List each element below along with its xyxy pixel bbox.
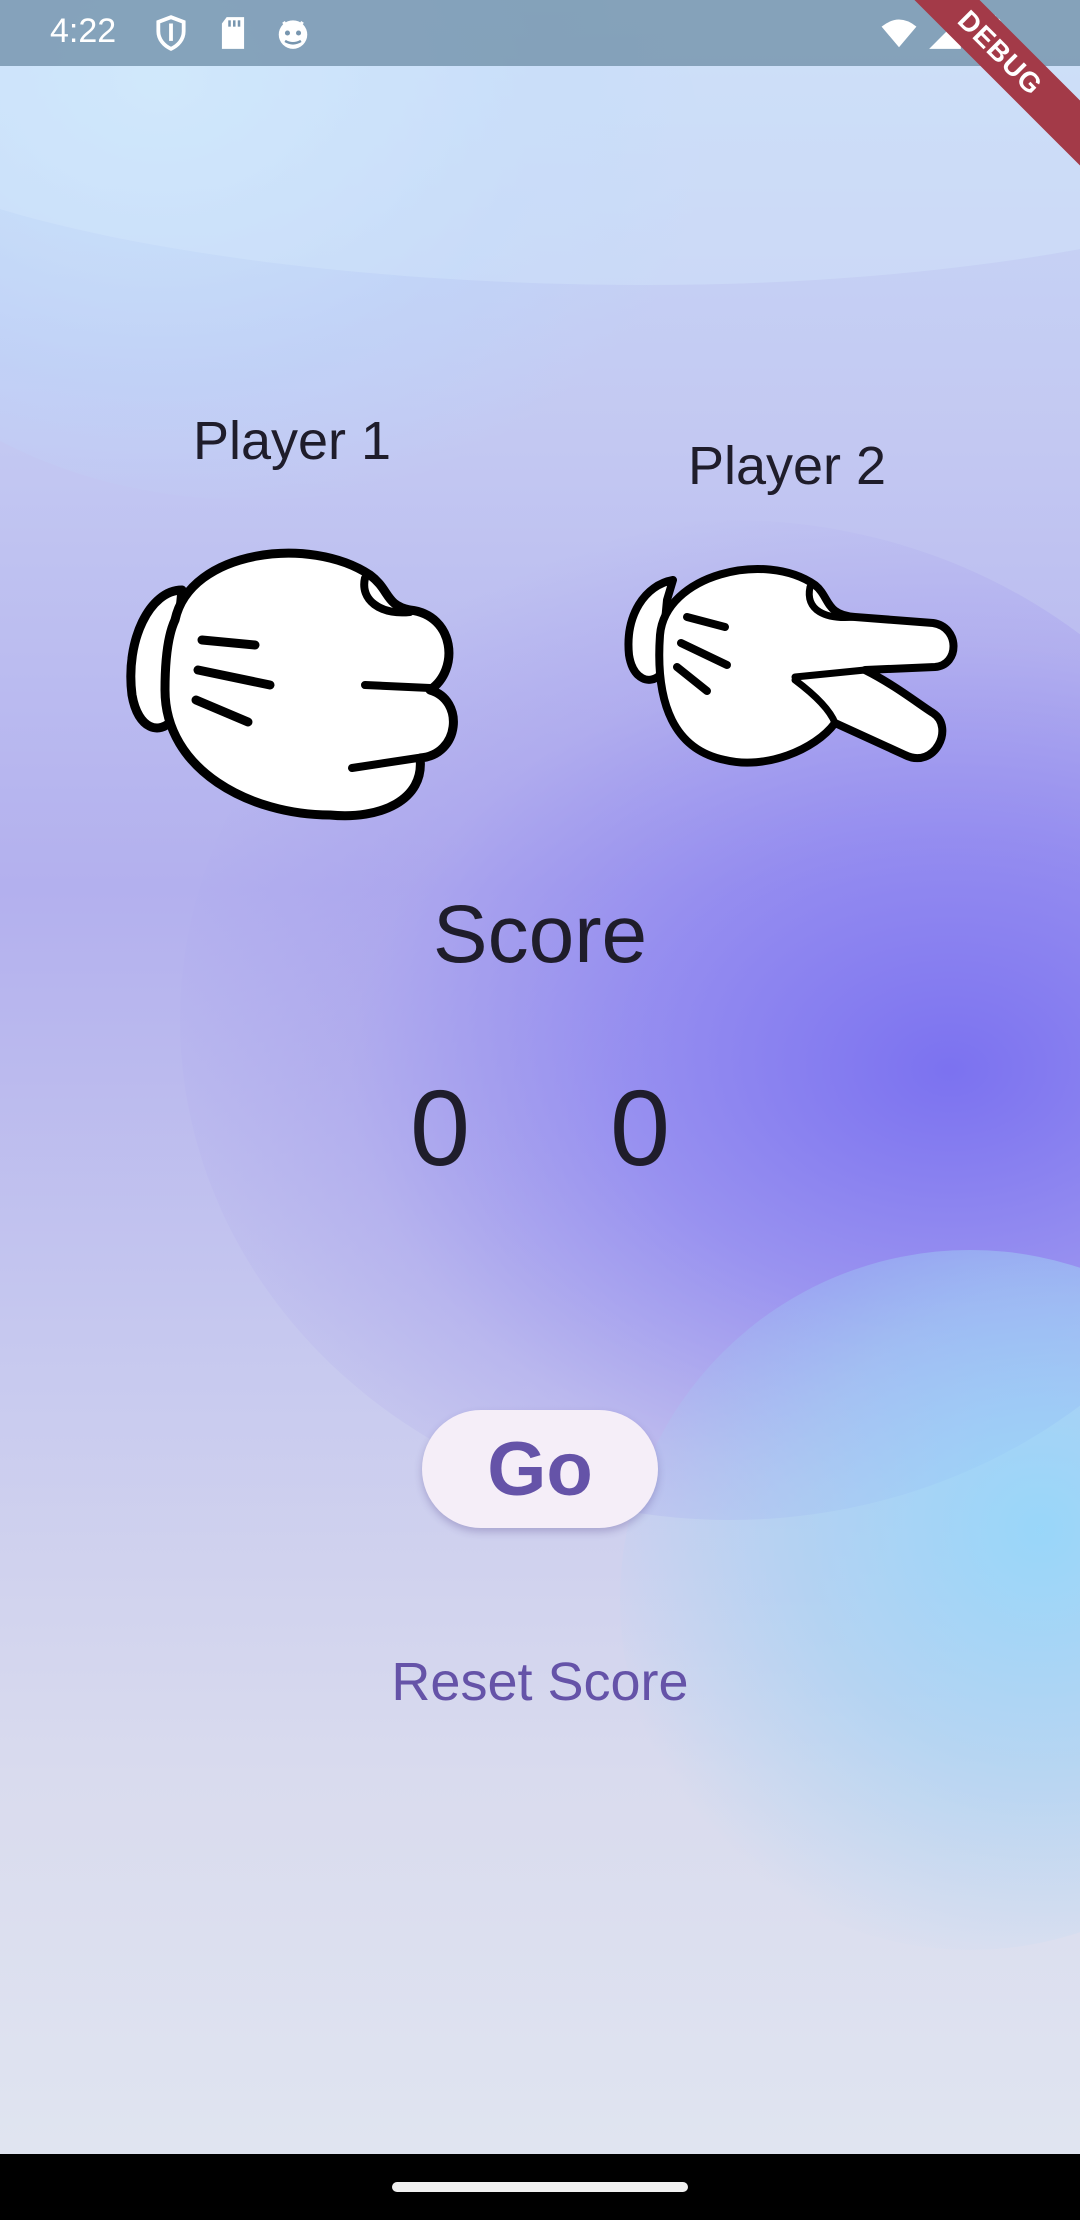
player1-score: 0 — [409, 1067, 471, 1188]
app-screen: 4:22 DEBUG Player 1 Player 2 Score 0 0 G… — [0, 0, 1080, 2220]
player2-score: 0 — [609, 1067, 671, 1188]
status-time: 4:22 — [50, 12, 117, 50]
go-button[interactable]: Go — [422, 1410, 658, 1528]
shield-icon — [156, 15, 186, 51]
reset-score-button[interactable]: Reset Score — [340, 1640, 740, 1724]
player1-rock-hand-icon — [126, 548, 458, 821]
status-bar: 4:22 DEBUG — [0, 0, 1080, 176]
android-debug-icon — [278, 20, 308, 49]
player2-label: Player 2 — [687, 436, 887, 496]
wifi-icon — [881, 19, 917, 48]
player1-label: Player 1 — [192, 411, 392, 471]
score-title: Score — [432, 889, 648, 980]
navigation-bar — [0, 2154, 1080, 2220]
player2-scissors-hand-icon — [624, 565, 958, 767]
sd-card-icon — [221, 17, 245, 49]
home-indicator[interactable] — [392, 2182, 688, 2192]
